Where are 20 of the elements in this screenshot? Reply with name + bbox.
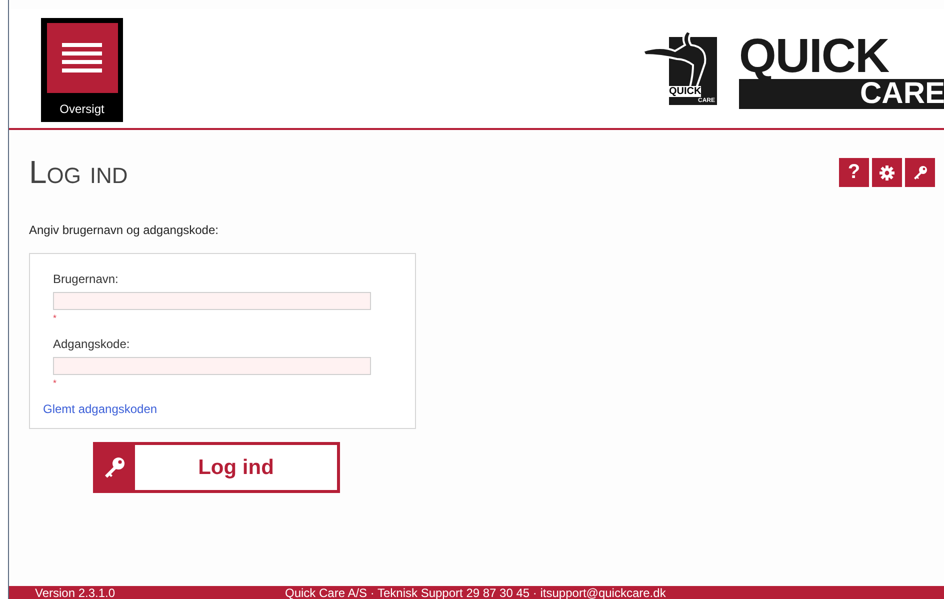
field-label: Brugernavn: [53, 272, 120, 286]
forgot-password-link[interactable]: Glemt adgangskoden [43, 402, 158, 416]
key-button[interactable] [905, 158, 935, 187]
logo-wordmark: QUICK [739, 35, 889, 79]
login-button[interactable]: Log ind [93, 442, 340, 493]
instruction-text: Angiv brugernavn og adgangskode: [29, 223, 220, 237]
input-field[interactable] [53, 292, 371, 310]
input-field[interactable] [53, 357, 371, 375]
overview-menu-button[interactable]: Oversigt [41, 18, 123, 122]
key-icon [912, 164, 928, 180]
version-text: Version 2.3.1.0 [35, 586, 116, 599]
field-label: Adgangskode: [53, 337, 131, 351]
gear-icon [879, 164, 895, 180]
logo-wordmark-bar: CARE [739, 79, 944, 109]
page-title: Log ind [29, 154, 128, 191]
required-mark: * [53, 378, 58, 388]
settings-button[interactable] [872, 158, 902, 187]
menu-icon [62, 43, 102, 73]
help-button[interactable]: ? [839, 158, 869, 187]
required-mark: * [53, 313, 58, 323]
